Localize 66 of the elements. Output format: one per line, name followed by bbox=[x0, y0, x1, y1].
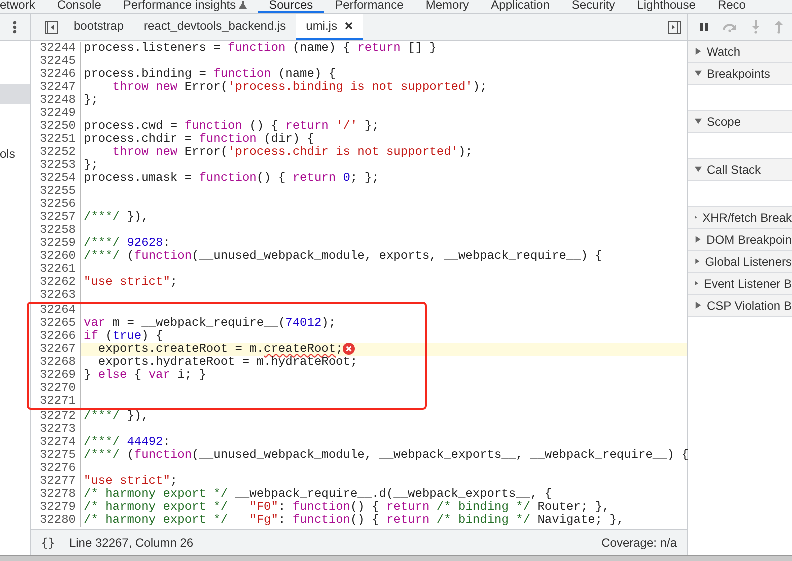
section-title: Scope bbox=[707, 114, 742, 128]
section-header[interactable]: DOM Breakpoin bbox=[688, 229, 792, 251]
panel-tab[interactable]: etwork bbox=[0, 0, 46, 13]
section-title: XHR/fetch Break bbox=[702, 210, 792, 224]
line-number: 32267 bbox=[31, 342, 81, 356]
code-text: /***/ }), bbox=[84, 210, 149, 224]
section-header[interactable]: Watch bbox=[688, 41, 792, 63]
section-title: Watch bbox=[707, 44, 741, 58]
panel-tab[interactable]: Security bbox=[560, 0, 626, 13]
code-text: throw new Error('process.chdir is not supported'); bbox=[112, 146, 473, 158]
section-title: DOM Breakpoin bbox=[706, 232, 792, 246]
panel-tab[interactable]: Console bbox=[46, 0, 112, 13]
code-text: } else { var i; } bbox=[84, 368, 206, 382]
code-text: process.chdir = function (dir) { bbox=[84, 132, 314, 146]
navigator-item[interactable]: ols bbox=[0, 144, 30, 164]
section-header[interactable]: Call Stack bbox=[688, 159, 792, 181]
code-text: /***/ 92628: bbox=[84, 236, 170, 250]
section-header[interactable]: XHR/fetch Break bbox=[688, 207, 792, 229]
close-icon[interactable] bbox=[345, 22, 354, 30]
code-text: process.umask = function() { return 0; }; bbox=[84, 172, 380, 184]
cursor-position: Line 32267, Column 26 bbox=[69, 536, 194, 550]
panel-tab[interactable]: Application bbox=[480, 0, 561, 13]
code-text: "use strict"; bbox=[84, 276, 178, 288]
code-text: /***/ (function(__unused_webpack_module, __webpack_exports__, __webpack_require__) { bbox=[84, 448, 689, 462]
section-header[interactable]: Global Listeners bbox=[688, 251, 792, 273]
code-text: /***/ 44492: bbox=[84, 436, 170, 448]
code-text: process.cwd = function () { return '/' }; bbox=[84, 120, 380, 132]
sidebar-toggle-icon[interactable] bbox=[668, 20, 681, 34]
code-text: /* harmony export */ __webpack_require__.d(__webpack_exports__, { bbox=[84, 488, 552, 500]
section-title: CSP Violation B bbox=[707, 298, 792, 312]
file-tab[interactable]: bootstrap bbox=[64, 14, 134, 40]
pause-button[interactable] bbox=[699, 22, 709, 32]
code-text: "use strict"; bbox=[84, 474, 178, 488]
file-tab[interactable]: umi.js bbox=[296, 14, 364, 40]
code-text: exports.createRoot = m.createRoot; bbox=[97, 342, 344, 356]
file-tab[interactable]: react_devtools_backend.js bbox=[134, 14, 296, 40]
panel-tab[interactable]: Performance insights bbox=[112, 0, 258, 13]
code-text: }; bbox=[84, 158, 98, 172]
code-text: process.binding = function (name) { bbox=[84, 68, 336, 80]
pretty-print-button[interactable]: {} bbox=[41, 536, 56, 550]
section-title: Call Stack bbox=[707, 162, 762, 176]
sidebar-toggle-icon[interactable] bbox=[45, 20, 58, 34]
code-text: exports.hydrateRoot = m.hydrateRoot; bbox=[97, 356, 358, 368]
panel-tab[interactable]: Performance bbox=[324, 0, 415, 13]
code-text: /***/ (function(__unused_webpack_module, exports, __webpack_require__) { bbox=[84, 250, 602, 262]
section-title: Breakpoints bbox=[707, 66, 770, 80]
code-text: /* harmony export */ "F0": function() { return /* binding */ Router; }, bbox=[84, 500, 610, 514]
section-header[interactable]: Event Listener B bbox=[688, 273, 792, 295]
code-text: process.listeners = function (name) { return [] } bbox=[84, 42, 437, 54]
panel-tab[interactable]: Reco bbox=[706, 0, 757, 13]
coverage-text: Coverage: n/a bbox=[602, 536, 677, 550]
section-header[interactable]: Scope bbox=[688, 111, 792, 133]
panel-tab[interactable]: Lighthouse bbox=[626, 0, 707, 13]
panel-tab[interactable]: Memory bbox=[414, 0, 480, 13]
code-text: var m = __webpack_require__(74012); bbox=[84, 316, 336, 330]
section-header[interactable]: CSP Violation B bbox=[688, 295, 792, 317]
section-title: Global Listeners bbox=[705, 254, 792, 268]
code-text: }; bbox=[84, 94, 98, 106]
more-options-icon[interactable] bbox=[13, 20, 17, 34]
code-text: if (true) { bbox=[84, 330, 164, 342]
code-text: throw new Error('process.binding is not supported'); bbox=[112, 80, 488, 94]
section-header[interactable]: Breakpoints bbox=[688, 63, 792, 85]
section-title: Event Listener B bbox=[704, 276, 792, 290]
code-text: /* harmony export */ "Fg": function() { return /* binding */ Navigate; }, bbox=[84, 514, 624, 526]
code-text: /***/ }), bbox=[84, 410, 149, 422]
error-icon bbox=[343, 343, 356, 355]
